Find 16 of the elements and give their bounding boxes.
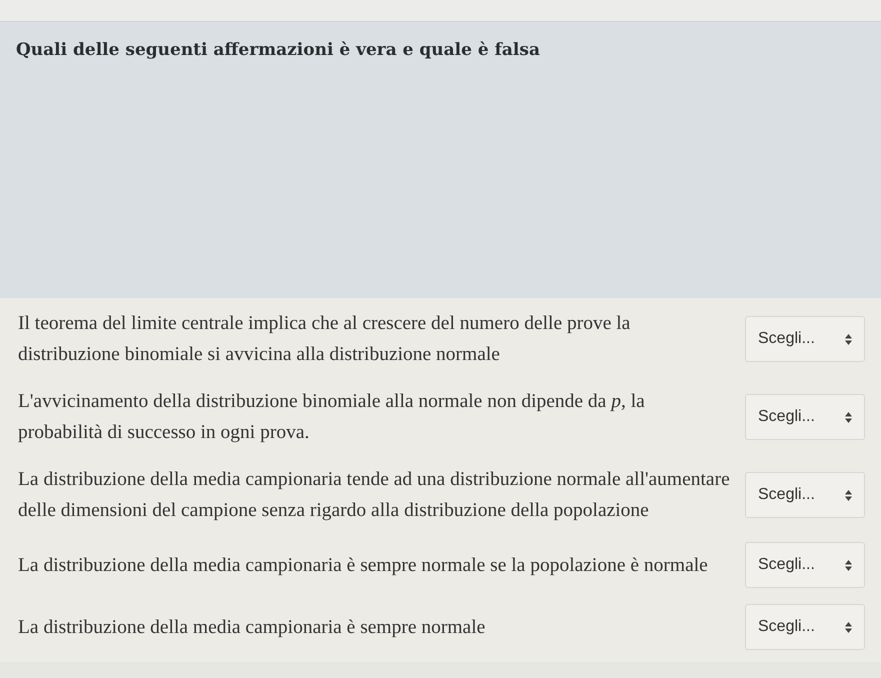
statement-text: La distribuzione della media campionaria è sempre normale <box>18 616 486 640</box>
answer-dropdown[interactable]: Scegli... <box>745 604 865 650</box>
statement-text: L'avvicinamento della distribuzione binomiale alla normale non dipende da p, la probabilità di successo in ogni prova. <box>18 390 646 445</box>
statement-text: La distribuzione della media campionaria tende ad una distribuzione normale all'aumentare delle dimensioni del campione senza rigardo alla distribuzione della popolazione <box>18 468 730 523</box>
up-down-caret-icon <box>845 334 852 344</box>
statement-text: Il teorema del limite centrale implica che al crescere del numero delle prove la distribuzione binomiale si avvicina alla distribuzione normale <box>18 312 632 367</box>
answer-dropdown[interactable]: Scegli... <box>745 316 865 362</box>
up-down-caret-icon <box>845 560 852 570</box>
up-down-caret-icon <box>845 412 852 422</box>
answer-dropdown[interactable]: Scegli... <box>745 394 865 440</box>
question-title: Quali delle seguenti affermazioni è vera e quale è falsa <box>16 40 541 60</box>
statement-text: La distribuzione della media campionaria è sempre normale se la popolazione è normale <box>18 554 708 578</box>
up-down-caret-icon <box>845 622 852 632</box>
answer-dropdown[interactable]: Scegli... <box>745 472 865 518</box>
up-down-caret-icon <box>845 490 852 500</box>
answer-dropdown[interactable]: Scegli... <box>745 542 865 588</box>
